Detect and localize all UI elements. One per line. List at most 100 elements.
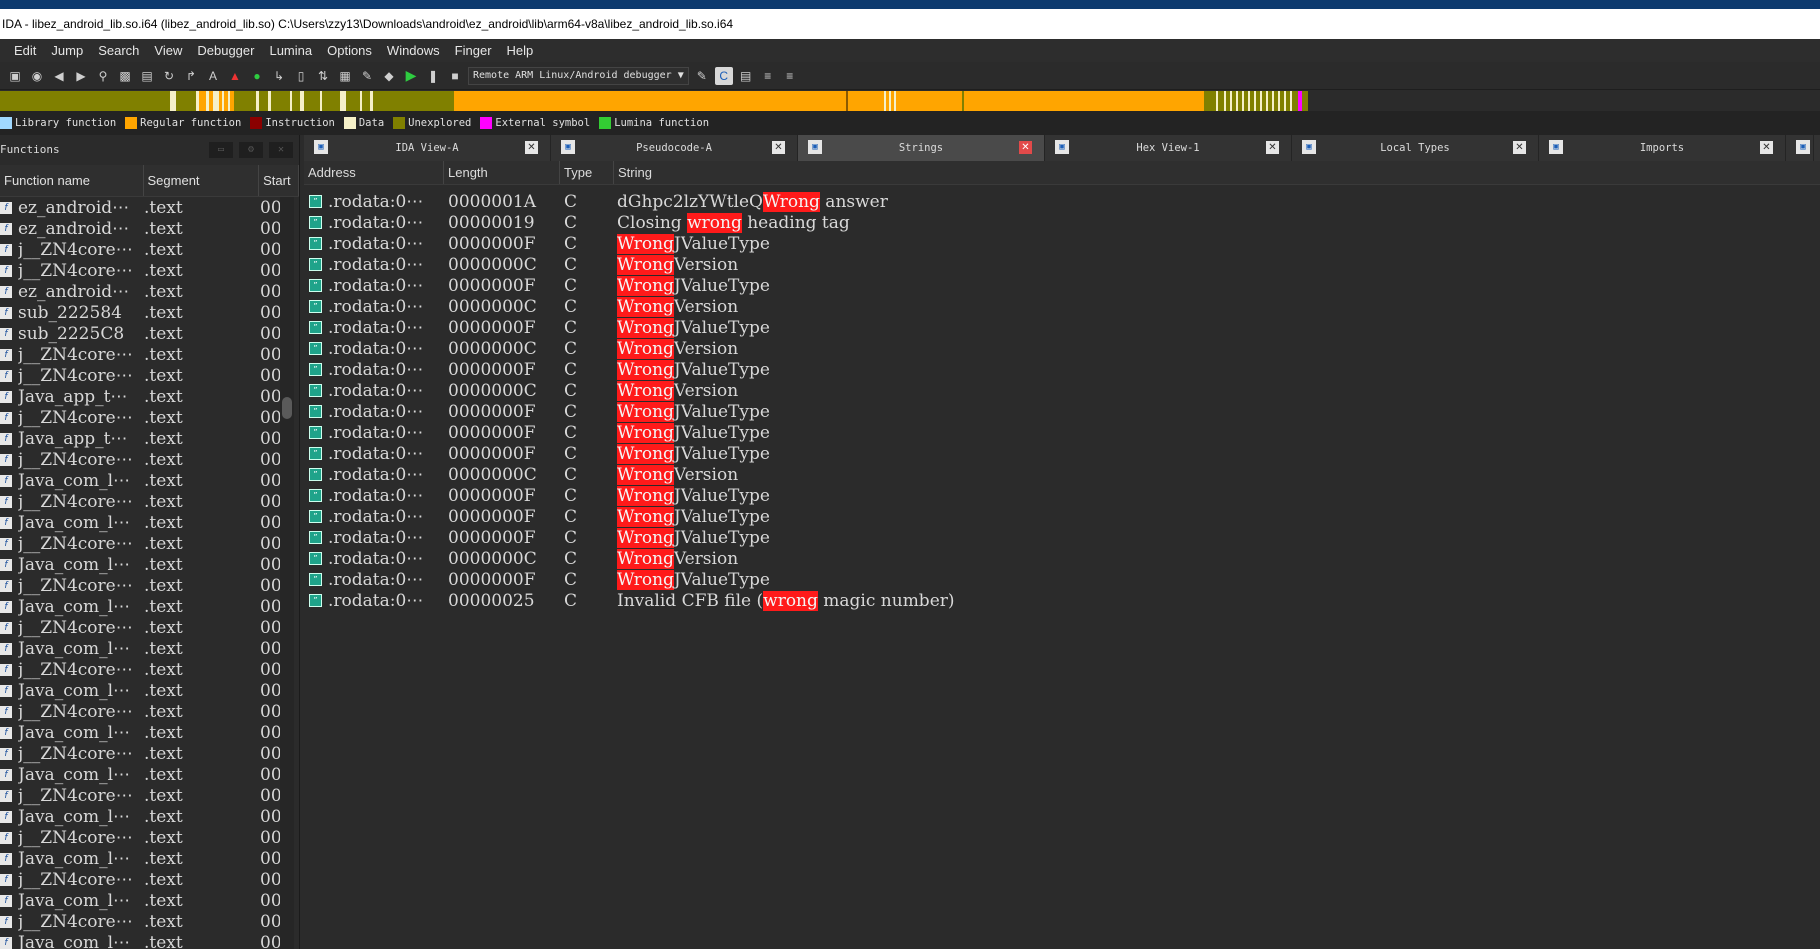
settings-icon[interactable]: ⚙ [239,142,263,158]
menu-item-search[interactable]: Search [98,43,148,58]
tab-local-types[interactable]: ▣ Local Types ✕ [1292,135,1539,161]
tab-hex-view-1[interactable]: ▣ Hex View-1 ✕ [1045,135,1292,161]
string-row[interactable]: ” .rodata:0⋯ 0000000F C WrongJValueType [304,401,1820,422]
function-row[interactable]: f Java_com_l⋯ .text 00 [0,554,299,575]
string-row[interactable]: ” .rodata:0⋯ 0000000C C WrongVersion [304,380,1820,401]
function-row[interactable]: f Java_com_l⋯ .text 00 [0,470,299,491]
close-icon[interactable]: ✕ [525,141,538,154]
pause-icon[interactable]: ❚ [424,67,442,85]
string-row[interactable]: ” .rodata:0⋯ 0000000F C WrongJValueType [304,485,1820,506]
disk-icon[interactable]: ◉ [28,67,46,85]
tracing-icon[interactable]: ▤ [737,67,755,85]
segment-icon[interactable]: ▯ [292,67,310,85]
tab-imports[interactable]: ▣ Imports ✕ [1539,135,1786,161]
column-type[interactable]: Type [560,161,614,184]
func-icon[interactable]: ↳ [270,67,288,85]
function-row[interactable]: f ez_android⋯ .text 00 [0,197,299,218]
close-icon[interactable]: ✕ [1266,141,1279,154]
save-icon[interactable]: ▣ [6,67,24,85]
navigation-band[interactable] [0,91,1820,111]
functions-scrollbar[interactable] [280,197,294,949]
debugger-select[interactable]: Remote ARM Linux/Android debugger ▼ [468,66,689,85]
function-row[interactable]: f j__ZN4core⋯ .text 00 [0,407,299,428]
string-row[interactable]: ” .rodata:0⋯ 0000000F C WrongJValueType [304,506,1820,527]
menu-item-debugger[interactable]: Debugger [197,43,263,58]
string-row[interactable]: ” .rodata:0⋯ 0000000C C WrongVersion [304,338,1820,359]
string-row[interactable]: ” .rodata:0⋯ 0000000F C WrongJValueType [304,443,1820,464]
function-row[interactable]: f ez_android⋯ .text 00 [0,218,299,239]
function-row[interactable]: f Java_com_l⋯ .text 00 [0,890,299,911]
string-row[interactable]: ” .rodata:0⋯ 0000000F C WrongJValueType [304,317,1820,338]
column-length[interactable]: Length [444,161,560,184]
function-row[interactable]: f j__ZN4core⋯ .text 00 [0,743,299,764]
debug-options-icon[interactable]: ✎ [693,67,711,85]
scrollbar-thumb[interactable] [282,397,292,419]
string-row[interactable]: ” .rodata:0⋯ 00000025 C Invalid CFB file (wr… [304,590,1820,611]
function-row[interactable]: f j__ZN4core⋯ .text 00 [0,701,299,722]
string-row[interactable]: ” .rodata:0⋯ 0000000F C WrongJValueType [304,233,1820,254]
function-row[interactable]: f j__ZN4core⋯ .text 00 [0,617,299,638]
back-icon[interactable]: ◀ [50,67,68,85]
function-row[interactable]: f j__ZN4core⋯ .text 00 [0,491,299,512]
close-icon[interactable]: ✕ [1019,141,1032,154]
string-row[interactable]: ” .rodata:0⋯ 0000000C C WrongVersion [304,296,1820,317]
A-icon[interactable]: A [204,67,222,85]
menu-item-lumina[interactable]: Lumina [269,43,321,58]
menu-item-windows[interactable]: Windows [387,43,449,58]
enum-icon[interactable]: ◆ [380,67,398,85]
string-row[interactable]: ” .rodata:0⋯ 0000001A CdGhpc2lzYWtleQWrong … [304,191,1820,212]
tab-strings[interactable]: ▣ Strings ✕ [798,135,1045,161]
red-icon[interactable]: ▲ [226,67,244,85]
play-icon[interactable]: ▶ [402,67,420,85]
menu-item-jump[interactable]: Jump [51,43,92,58]
forward-icon[interactable]: ▶ [72,67,90,85]
function-row[interactable]: f Java_com_l⋯ .text 00 [0,596,299,617]
search-icon[interactable]: ⚲ [94,67,112,85]
function-row[interactable]: f j__ZN4core⋯ .text 00 [0,911,299,932]
menu-item-options[interactable]: Options [327,43,381,58]
function-row[interactable]: f Java_com_l⋯ .text 00 [0,848,299,869]
function-row[interactable]: f j__ZN4core⋯ .text 00 [0,659,299,680]
function-row[interactable]: f j__ZN4core⋯ .text 00 [0,533,299,554]
list2-icon[interactable]: ≡ [781,67,799,85]
list-icon[interactable]: ≡ [759,67,777,85]
function-row[interactable]: f Java_com_l⋯ .text 00 [0,764,299,785]
function-row[interactable]: f j__ZN4core⋯ .text 00 [0,827,299,848]
close-icon[interactable]: ✕ [772,141,785,154]
string-row[interactable]: ” .rodata:0⋯ 0000000C C WrongVersion [304,548,1820,569]
function-row[interactable]: f j__ZN4core⋯ .text 00 [0,449,299,470]
function-row[interactable]: f Java_com_l⋯ .text 00 [0,638,299,659]
string-row[interactable]: ” .rodata:0⋯ 00000019 C Closing wrong headin… [304,212,1820,233]
close-icon[interactable]: ✕ [269,142,293,158]
string-row[interactable]: ” .rodata:0⋯ 0000000C C WrongVersion [304,464,1820,485]
function-row[interactable]: f Java_app_t⋯ .text 00 [0,386,299,407]
text-search-icon[interactable]: ▤ [138,67,156,85]
function-row[interactable]: f j__ZN4core⋯ .text 00 [0,260,299,281]
menu-item-view[interactable]: View [154,43,191,58]
close-icon[interactable]: ✕ [1513,141,1526,154]
cpu-icon[interactable]: C [714,66,733,85]
column-start[interactable]: Start [259,165,299,196]
function-row[interactable]: f Java_com_l⋯ .text 00 [0,680,299,701]
binary-icon[interactable]: ▩ [116,67,134,85]
column-address[interactable]: Address [304,161,444,184]
green-icon[interactable]: ● [248,67,266,85]
function-row[interactable]: f Java_com_l⋯ .text 00 [0,806,299,827]
column-segment[interactable]: Segment [144,165,260,196]
function-row[interactable]: f j__ZN4core⋯ .text 00 [0,365,299,386]
function-row[interactable]: f Java_app_t⋯ .text 00 [0,428,299,449]
string-row[interactable]: ” .rodata:0⋯ 0000000F C WrongJValueType [304,275,1820,296]
next-icon[interactable]: ↻ [160,67,178,85]
up-icon[interactable]: ↱ [182,67,200,85]
function-row[interactable]: f j__ZN4core⋯ .text 00 [0,575,299,596]
function-row[interactable]: f ez_android⋯ .text 00 [0,281,299,302]
string-row[interactable]: ” .rodata:0⋯ 0000000F C WrongJValueType [304,359,1820,380]
stop-icon[interactable]: ■ [446,67,464,85]
function-row[interactable]: f sub_222584 .text 00 [0,302,299,323]
function-row[interactable]: f Java_com_l⋯ .text 00 [0,722,299,743]
menu-item-edit[interactable]: Edit [14,43,45,58]
function-row[interactable]: f j__ZN4core⋯ .text 00 [0,344,299,365]
function-row[interactable]: f j__ZN4core⋯ .text 00 [0,239,299,260]
tab-pseudocode-a[interactable]: ▣ Pseudocode-A ✕ [551,135,798,161]
string-row[interactable]: ” .rodata:0⋯ 0000000C C WrongVersion [304,254,1820,275]
